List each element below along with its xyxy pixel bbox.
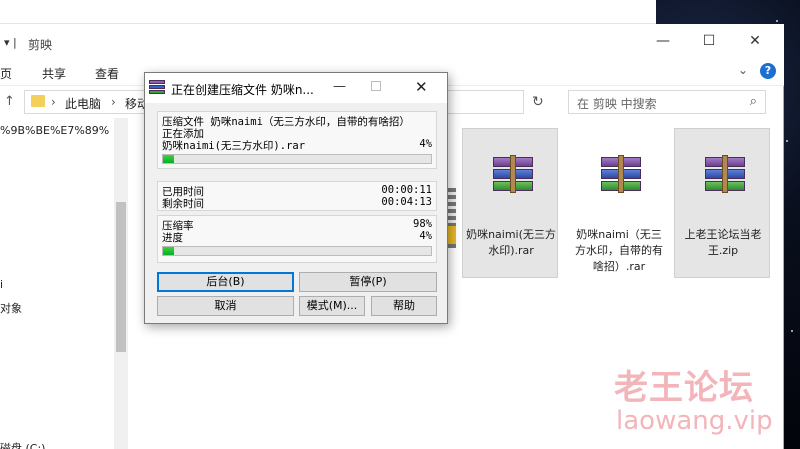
mode-button[interactable]: 模式(M)... xyxy=(299,296,365,316)
adding-file-name: 奶咪naimi(无三方水印).rar xyxy=(162,140,306,152)
tab-page[interactable]: 页 xyxy=(0,65,12,82)
quick-access-dropdown-icon[interactable]: ▾ | xyxy=(4,36,17,49)
background-window xyxy=(0,0,656,24)
nav-scrollbar-thumb[interactable] xyxy=(116,202,126,352)
dialog-maximize-button xyxy=(371,81,381,91)
search-placeholder: 在 剪映 中搜索 xyxy=(577,97,657,111)
remaining-value: 00:04:13 xyxy=(381,196,432,208)
file-percent: 4% xyxy=(419,138,432,150)
breadcrumb-separator-icon: › xyxy=(111,95,116,109)
watermark-title: 老王论坛 xyxy=(614,368,754,408)
explorer-titlebar: ▾ | 剪映 — ☐ ✕ xyxy=(0,24,784,58)
maximize-button[interactable]: ☐ xyxy=(686,28,732,54)
nav-item[interactable]: 磁盘 (C:) xyxy=(0,440,112,449)
nav-item[interactable]: i xyxy=(0,278,112,291)
progress-value: 4% xyxy=(419,230,432,242)
total-progress-fill xyxy=(163,247,174,255)
tab-view[interactable]: 查看 xyxy=(95,65,119,82)
winrar-icon xyxy=(149,80,165,96)
current-file-panel: 压缩文件 奶咪naimi（无三方水印，自带的有啥招） 正在添加 奶咪naimi(… xyxy=(157,111,437,169)
minimize-button[interactable]: — xyxy=(640,28,686,54)
file-item[interactable]: 奶咪naimi（无三方水印，自带的有啥招）.rar xyxy=(570,128,666,278)
file-name: 奶咪naimi（无三方水印，自带的有啥招）.rar xyxy=(575,228,663,273)
remaining-label: 剩余时间 xyxy=(162,198,204,210)
background-button[interactable]: 后台(B) xyxy=(157,272,294,292)
up-arrow-icon[interactable]: ↑ xyxy=(4,94,15,109)
watermark-url: laowang.vip xyxy=(616,406,773,436)
remaining-row: 剩余时间 00:04:13 xyxy=(162,196,432,211)
winrar-archive-icon xyxy=(601,155,641,197)
folder-icon xyxy=(31,95,45,107)
dialog-minimize-button[interactable]: — xyxy=(333,79,346,94)
navigation-pane: %9B%BE%E7%89% i 对象 磁盘 (C:) xyxy=(0,118,128,449)
file-name: 上老王论坛当老王.zip xyxy=(684,228,762,257)
cancel-button[interactable]: 取消 xyxy=(157,296,294,316)
ratio-value: 98% xyxy=(413,218,432,230)
help-button[interactable]: 帮助 xyxy=(371,296,437,316)
pause-button[interactable]: 暂停(P) xyxy=(299,272,437,292)
file-item[interactable]: 上老王论坛当老王.zip xyxy=(674,128,770,278)
ratio-panel: 压缩率 98% 进度 4% xyxy=(157,215,437,263)
nav-item[interactable]: %9B%BE%E7%89% xyxy=(0,124,112,137)
explorer-title: 剪映 xyxy=(28,38,53,52)
dialog-title: 正在创建压缩文件 奶咪n... xyxy=(171,83,314,97)
total-progress-bar xyxy=(162,246,432,256)
breadcrumb-this-pc[interactable]: 此电脑 xyxy=(65,95,101,112)
search-box[interactable]: 在 剪映 中搜索 ⌕ xyxy=(568,90,766,114)
close-button[interactable]: ✕ xyxy=(732,28,778,54)
winrar-progress-dialog: 正在创建压缩文件 奶咪n... — ✕ 压缩文件 奶咪naimi（无三方水印，自… xyxy=(144,72,448,324)
file-name: 奶咪naimi(无三方水印).rar xyxy=(466,228,556,257)
nav-item[interactable]: 对象 xyxy=(0,300,112,316)
progress-row: 进度 4% xyxy=(162,230,432,245)
adding-file-row: 奶咪naimi(无三方水印).rar 4% xyxy=(162,138,432,153)
tab-share[interactable]: 共享 xyxy=(42,65,66,82)
time-panel: 已用时间 00:00:11 剩余时间 00:04:13 xyxy=(157,181,437,211)
file-item[interactable]: 奶咪naimi(无三方水印).rar xyxy=(462,128,558,278)
help-icon[interactable]: ? xyxy=(760,63,776,79)
winrar-archive-icon xyxy=(493,155,533,197)
breadcrumb-separator-icon: › xyxy=(51,95,56,109)
dialog-titlebar: 正在创建压缩文件 奶咪n... — ✕ xyxy=(145,73,447,103)
file-progress-fill xyxy=(163,155,174,163)
chevron-down-icon[interactable]: ⌄ xyxy=(738,63,748,77)
progress-label: 进度 xyxy=(162,232,183,244)
winrar-archive-icon xyxy=(705,155,745,197)
elapsed-value: 00:00:11 xyxy=(381,184,432,196)
refresh-icon[interactable]: ↻ xyxy=(532,94,544,110)
search-icon[interactable]: ⌕ xyxy=(750,94,757,109)
dialog-close-button[interactable]: ✕ xyxy=(415,78,428,96)
file-progress-bar xyxy=(162,154,432,164)
